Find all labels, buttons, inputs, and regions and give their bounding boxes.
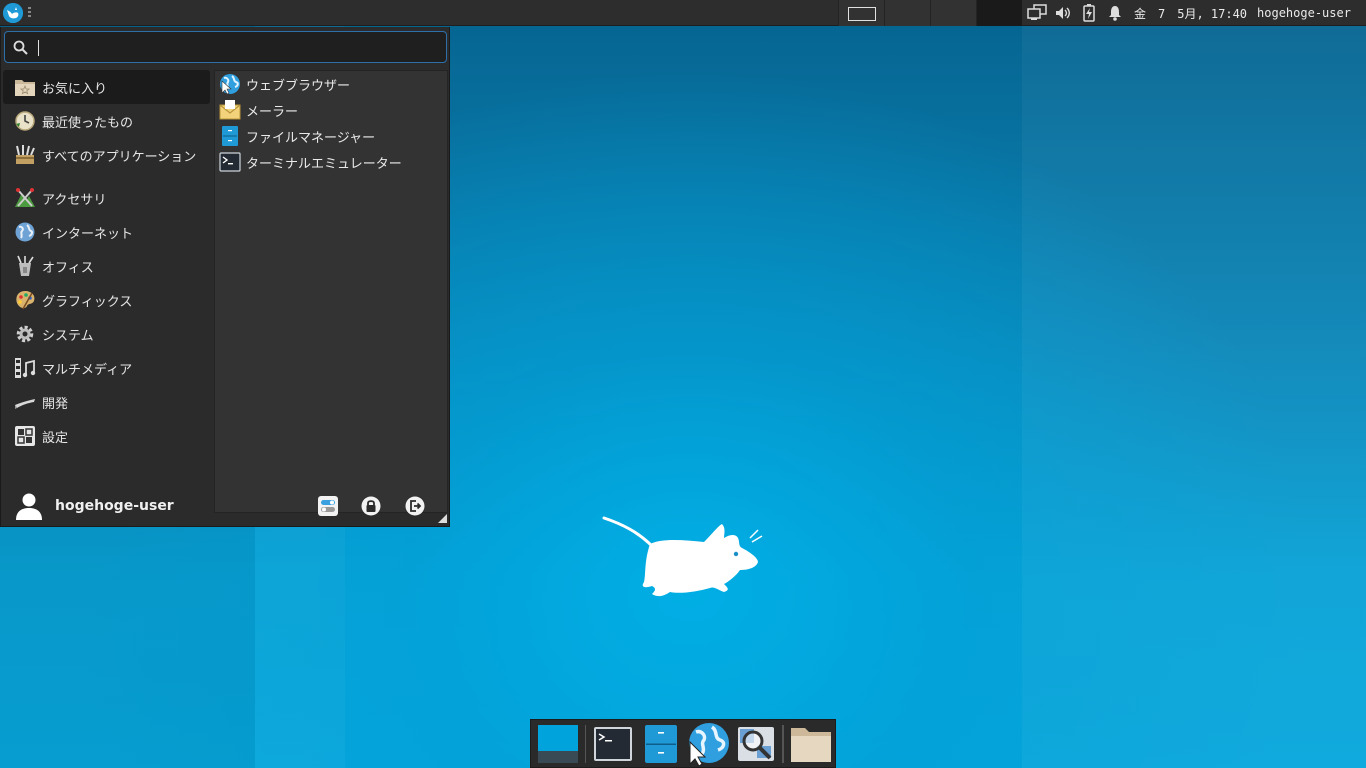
development-icon	[13, 390, 37, 414]
search-magnifier-icon	[737, 726, 774, 761]
panel-user-name[interactable]: hogehoge-user	[1257, 6, 1351, 20]
app-web-browser[interactable]: ウェブブラウザー	[215, 71, 447, 97]
menu-footer: hogehoge-user	[1, 489, 449, 525]
application-list: ウェブブラウザー メーラー ファイルマネージャー ターミナルエミュレーター	[214, 70, 448, 513]
toggle-settings-icon	[318, 496, 338, 516]
file-manager-icon	[644, 724, 677, 763]
lock-screen-button[interactable]	[358, 493, 384, 519]
dock-show-desktop[interactable]	[534, 721, 582, 767]
dock-separator	[782, 724, 785, 763]
system-gear-icon	[13, 322, 37, 346]
category-system[interactable]: システム	[3, 317, 210, 351]
notification-bell-icon[interactable]	[1102, 0, 1128, 26]
xfce-mouse-logo	[602, 516, 763, 597]
category-label: インターネット	[42, 226, 134, 242]
app-terminal-emulator[interactable]: ターミナルエミュレーター	[215, 149, 447, 175]
app-label: ターミナルエミュレーター	[246, 156, 402, 172]
category-multimedia[interactable]: マルチメディア	[3, 351, 210, 385]
workspace-switcher	[838, 0, 1022, 26]
category-label: 設定	[42, 430, 69, 446]
multimedia-icon	[13, 356, 37, 380]
settings-manager-button[interactable]	[315, 493, 341, 519]
web-browser-icon	[218, 72, 242, 96]
category-label: 最近使ったもの	[42, 115, 134, 131]
accessories-icon	[13, 186, 37, 210]
dock-file-manager[interactable]	[637, 721, 685, 767]
category-label: システム	[42, 328, 94, 344]
category-label: お気に入り	[42, 81, 108, 97]
workspace-1[interactable]	[838, 0, 884, 26]
top-panel: 金 7 5月, 17:40 hogehoge-user	[0, 0, 1366, 26]
category-development[interactable]: 開発	[3, 385, 210, 419]
logout-icon	[405, 496, 425, 516]
category-list: お気に入り 最近使ったもの すべてのアプリケーション アクセサリ インターネット…	[3, 70, 210, 453]
app-file-manager[interactable]: ファイルマネージャー	[215, 123, 447, 149]
category-label: オフィス	[42, 260, 94, 276]
lock-icon	[361, 496, 381, 516]
app-label: ファイルマネージャー	[246, 130, 376, 146]
app-mailer[interactable]: メーラー	[215, 97, 447, 123]
volume-icon[interactable]	[1050, 0, 1076, 26]
workspace-2[interactable]	[884, 0, 930, 26]
text-caret	[38, 40, 39, 56]
category-recent[interactable]: 最近使ったもの	[3, 104, 210, 138]
terminal-icon	[218, 150, 242, 174]
workspace-4[interactable]	[976, 0, 1022, 26]
panel-clock[interactable]: 金 7 5月, 17:40	[1134, 5, 1247, 22]
show-desktop-icon	[537, 724, 578, 763]
all-applications-icon	[13, 143, 37, 167]
category-all-applications[interactable]: すべてのアプリケーション	[3, 138, 210, 172]
mail-icon	[218, 98, 242, 122]
system-tray: 金 7 5月, 17:40 hogehoge-user	[1024, 0, 1351, 26]
dock-home-folder[interactable]	[787, 721, 835, 767]
category-settings[interactable]: 設定	[3, 419, 210, 453]
user-avatar-icon	[16, 493, 42, 520]
dock-separator	[584, 724, 587, 763]
dock-app-finder[interactable]	[732, 721, 780, 767]
file-manager-icon	[218, 124, 242, 148]
category-label: マルチメディア	[42, 362, 133, 378]
category-label: アクセサリ	[42, 192, 107, 208]
menu-resize-grip[interactable]	[438, 514, 447, 523]
category-office[interactable]: オフィス	[3, 249, 210, 283]
xfce-logo-icon	[3, 3, 23, 23]
settings-icon	[13, 424, 37, 448]
logout-button[interactable]	[402, 493, 428, 519]
window-thumbnail	[848, 7, 876, 21]
office-icon	[13, 254, 37, 278]
workspace-3[interactable]	[930, 0, 976, 26]
internet-globe-icon	[13, 220, 37, 244]
category-favorites[interactable]: お気に入り	[3, 70, 210, 104]
dock-web-browser[interactable]	[684, 721, 732, 767]
category-label: グラフィックス	[42, 294, 133, 310]
app-label: メーラー	[246, 104, 299, 120]
category-graphics[interactable]: グラフィックス	[3, 283, 210, 317]
app-label: ウェブブラウザー	[246, 78, 351, 94]
network-icon[interactable]	[1024, 0, 1050, 26]
dock-terminal[interactable]	[589, 721, 637, 767]
graphics-palette-icon	[13, 288, 37, 312]
terminal-icon	[594, 726, 633, 761]
category-accessories[interactable]: アクセサリ	[3, 181, 210, 215]
folder-icon	[791, 727, 832, 762]
category-label: すべてのアプリケーション	[42, 149, 197, 165]
applications-menu: お気に入り 最近使ったもの すべてのアプリケーション アクセサリ インターネット…	[0, 27, 450, 527]
panel-drag-handle[interactable]	[28, 7, 32, 19]
recent-clock-icon	[13, 109, 37, 133]
category-internet[interactable]: インターネット	[3, 215, 210, 249]
favorites-folder-icon	[13, 75, 37, 99]
search-icon	[13, 40, 28, 55]
search-input[interactable]	[33, 36, 433, 58]
bottom-dock	[530, 719, 836, 768]
applications-menu-button[interactable]	[3, 3, 23, 23]
user-name: hogehoge-user	[55, 498, 174, 514]
battery-charging-icon[interactable]	[1076, 0, 1102, 26]
search-box[interactable]	[4, 31, 447, 63]
category-label: 開発	[42, 396, 69, 412]
web-browser-icon	[689, 722, 730, 766]
